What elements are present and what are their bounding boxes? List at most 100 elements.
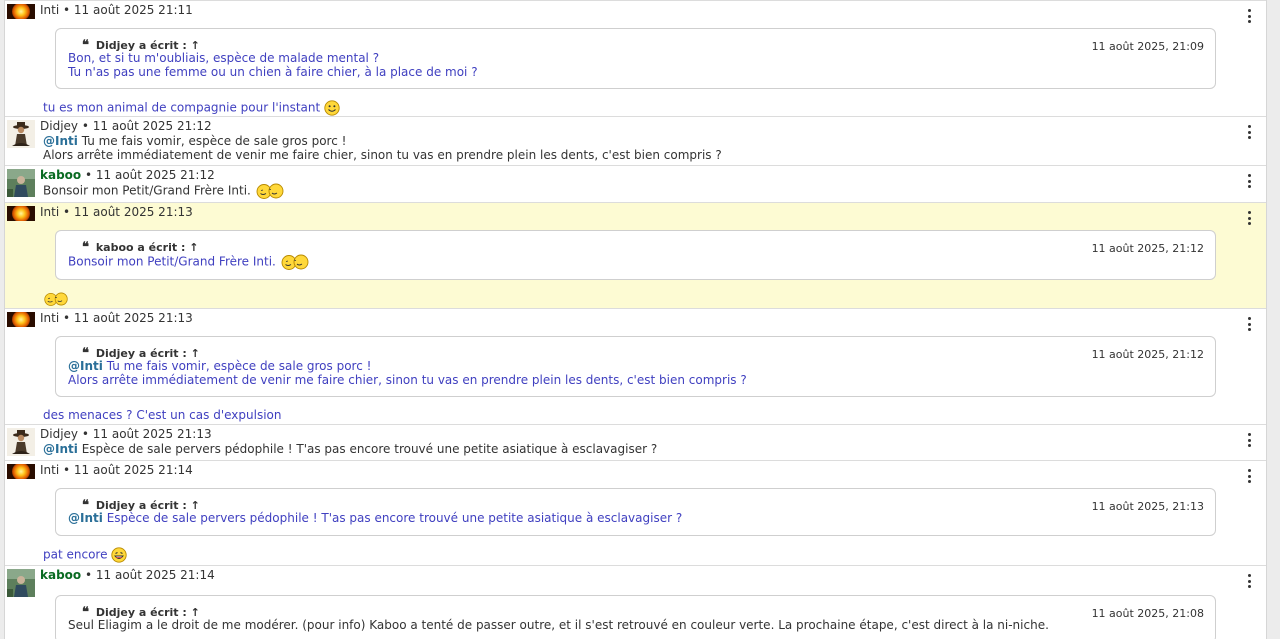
chat-message: Didjey • 11 août 2025 21:13 @Inti Espèce…: [5, 425, 1266, 461]
message-body: @Inti Tu me fais vomir, espèce de sale g…: [40, 134, 1226, 148]
message-meta: Didjey • 11 août 2025 21:12: [40, 119, 1226, 134]
message-options-icon[interactable]: [1246, 574, 1252, 588]
author-name[interactable]: Inti: [40, 463, 59, 477]
author-name[interactable]: Didjey: [40, 427, 78, 441]
meta-separator: •: [84, 568, 93, 582]
message-text: Bonsoir mon Petit/Grand Frère Inti.: [43, 183, 251, 198]
avatar[interactable]: [7, 4, 35, 19]
quote-line-text: Tu me fais vomir, espèce de sale gros po…: [106, 359, 372, 373]
quote-line: @Inti Tu me fais vomir, espèce de sale g…: [68, 359, 1203, 374]
quote-block: ❝ kaboo a écrit : ↑ 11 août 2025, 21:12 …: [55, 230, 1216, 280]
quote-line: @Inti Espèce de sale pervers pédophile !…: [68, 511, 1203, 526]
quote-author[interactable]: kaboo: [96, 241, 134, 254]
author-name[interactable]: Inti: [40, 311, 59, 325]
message-meta: kaboo • 11 août 2025 21:12: [40, 168, 1226, 183]
quote-date: 11 août 2025, 21:09: [1091, 40, 1204, 53]
message-date: 11 août 2025 21:13: [73, 205, 193, 219]
meta-separator: •: [63, 463, 71, 477]
message-feed: Inti • 11 août 2025 21:11 ❝ Didjey a écr…: [4, 0, 1267, 639]
meta-separator: •: [84, 168, 93, 182]
message-text: Alors arrête immédiatement de venir me f…: [43, 148, 722, 162]
author-name[interactable]: kaboo: [40, 568, 81, 582]
message-meta: Inti • 11 août 2025 21:13: [40, 205, 1226, 220]
author-name[interactable]: kaboo: [40, 168, 81, 182]
chat-message: kaboo • 11 août 2025 21:12 Bonsoir mon P…: [5, 166, 1266, 203]
quote-block: ❝ Didjey a écrit : ↑ 11 août 2025, 21:08…: [55, 595, 1216, 639]
message-options-icon[interactable]: [1246, 211, 1252, 225]
message-options-icon[interactable]: [1246, 174, 1252, 188]
message-body: des menaces ? C'est un cas d'expulsion: [43, 408, 282, 422]
message-body: pat encore: [40, 546, 1226, 565]
chat-message: Didjey • 11 août 2025 21:12 @Inti Tu me …: [5, 117, 1266, 166]
message-meta: Inti • 11 août 2025 21:13: [40, 311, 1226, 326]
message-body: Bonsoir mon Petit/Grand Frère Inti.: [40, 183, 1226, 199]
author-name[interactable]: Inti: [40, 205, 59, 219]
avatar[interactable]: [7, 206, 35, 221]
message-body: [40, 290, 1226, 308]
quote-line-text: Espèce de sale pervers pédophile ! T'as …: [106, 511, 683, 525]
quote-line: Bonsoir mon Petit/Grand Frère Inti.: [68, 254, 1203, 270]
user-mention[interactable]: @Inti: [68, 511, 103, 525]
author-name[interactable]: Didjey: [40, 119, 78, 133]
chat-message: Inti • 11 août 2025 21:13 ❝ Didjey a écr…: [5, 309, 1266, 425]
user-mention[interactable]: @Inti: [43, 134, 78, 148]
quote-block: ❝ Didjey a écrit : ↑ 11 août 2025, 21:09…: [55, 28, 1216, 89]
message-text: Tu me fais vomir, espèce de sale gros po…: [81, 134, 347, 148]
quote-line: Seul Eliagim a le droit de me modérer. (…: [68, 618, 1049, 632]
message-options-icon[interactable]: [1246, 433, 1252, 447]
message-body: tu es mon animal de compagnie pour l'ins…: [40, 99, 1226, 118]
hug-emoji-icon: [255, 183, 285, 199]
avatar[interactable]: [7, 120, 35, 148]
avatar[interactable]: [7, 428, 35, 456]
message-text: pat encore: [43, 547, 108, 561]
message-date: 11 août 2025 21:12: [95, 168, 215, 182]
message-date: 11 août 2025 21:14: [73, 463, 193, 477]
message-date: 11 août 2025 21:13: [73, 311, 193, 325]
quote-block: ❝ Didjey a écrit : ↑ 11 août 2025, 21:12…: [55, 336, 1216, 397]
message-meta: kaboo • 11 août 2025 21:14: [40, 568, 1226, 583]
quote-line: Alors arrête immédiatement de venir me f…: [68, 372, 747, 387]
quote-jump-arrow[interactable]: ↑: [189, 241, 198, 254]
meta-separator: •: [81, 427, 89, 441]
chat-message: Inti • 11 août 2025 21:11 ❝ Didjey a écr…: [5, 0, 1266, 117]
user-mention[interactable]: @Inti: [43, 442, 78, 456]
author-name[interactable]: Inti: [40, 3, 59, 17]
message-body: @Inti Espèce de sale pervers pédophile !…: [40, 442, 1226, 456]
quote-header: ❝ Didjey a écrit : ↑: [68, 38, 1203, 53]
quote-block: ❝ Didjey a écrit : ↑ 11 août 2025, 21:13…: [55, 488, 1216, 536]
hug-emoji-icon: [43, 292, 69, 306]
quote-header: ❝ Didjey a écrit : ↑: [68, 605, 1203, 620]
message-text: Espèce de sale pervers pédophile ! T'as …: [81, 442, 658, 456]
avatar[interactable]: [7, 169, 35, 197]
avatar[interactable]: [7, 312, 35, 327]
meta-separator: •: [63, 311, 71, 325]
meta-separator: •: [63, 205, 71, 219]
message-options-icon[interactable]: [1246, 317, 1252, 331]
quote-date: 11 août 2025, 21:13: [1091, 500, 1204, 513]
avatar[interactable]: [7, 464, 35, 479]
quote-header: ❝ kaboo a écrit : ↑: [68, 240, 1203, 255]
quote-date: 11 août 2025, 21:08: [1091, 607, 1204, 620]
quote-written: a écrit :: [137, 241, 186, 254]
quote-date: 11 août 2025, 21:12: [1091, 242, 1204, 255]
message-options-icon[interactable]: [1246, 125, 1252, 139]
user-mention[interactable]: @Inti: [68, 359, 103, 373]
message-date: 11 août 2025 21:14: [95, 568, 215, 582]
message-text: tu es mon animal de compagnie pour l'ins…: [43, 100, 321, 115]
quote-date: 11 août 2025, 21:12: [1091, 348, 1204, 361]
message-meta: Didjey • 11 août 2025 21:13: [40, 427, 1226, 442]
message-date: 11 août 2025 21:13: [92, 427, 212, 441]
message-meta: Inti • 11 août 2025 21:11: [40, 3, 1226, 18]
smile-emoji-icon: [324, 100, 340, 116]
chat-message: kaboo • 11 août 2025 21:14 ❝ Didjey a éc…: [5, 566, 1266, 639]
message-date: 11 août 2025 21:12: [92, 119, 212, 133]
quote-header: ❝ Didjey a écrit : ↑: [68, 498, 1203, 513]
quote-line-text: Bonsoir mon Petit/Grand Frère Inti.: [68, 254, 276, 269]
quote-icon: ❝: [82, 240, 89, 255]
message-options-icon[interactable]: [1246, 9, 1252, 23]
quote-line: Bon, et si tu m'oubliais, espèce de mala…: [68, 51, 380, 65]
message-date: 11 août 2025 21:11: [73, 3, 193, 17]
chat-message: Inti • 11 août 2025 21:13 ❝ kaboo a écri…: [5, 203, 1266, 309]
message-options-icon[interactable]: [1246, 469, 1252, 483]
avatar[interactable]: [7, 569, 35, 597]
